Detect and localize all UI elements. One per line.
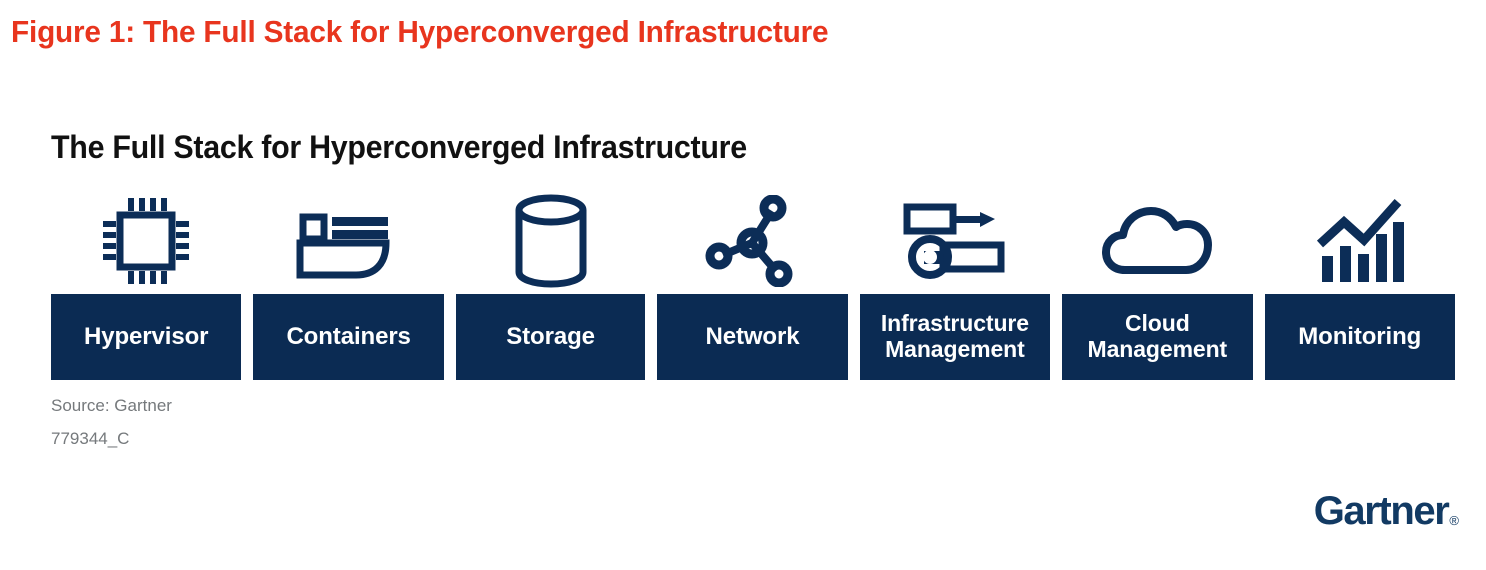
stack-item-monitoring[interactable]: Monitoring xyxy=(1264,190,1455,380)
gartner-logo: Gartner ® xyxy=(1314,491,1459,531)
stack-box[interactable]: Hypervisor xyxy=(51,294,242,380)
graphic-heading: The Full Stack for Hyperconverged Infras… xyxy=(51,129,747,165)
stack-box[interactable]: Infrastructure Management xyxy=(859,294,1051,380)
stack-label: Hypervisor xyxy=(84,322,209,350)
network-nodes-icon xyxy=(705,191,799,291)
stack-item-hypervisor[interactable]: Hypervisor xyxy=(51,190,242,380)
container-ship-icon xyxy=(294,191,404,291)
bar-chart-trend-icon xyxy=(1314,191,1406,291)
stack-item-storage[interactable]: Storage xyxy=(455,190,646,380)
stack-row: Hypervisor Containers Storage Network In… xyxy=(51,190,1455,380)
database-cylinder-icon xyxy=(513,191,589,291)
stack-label: Monitoring xyxy=(1298,322,1422,350)
stack-label: Network xyxy=(705,322,800,350)
stack-item-network[interactable]: Network xyxy=(657,190,848,380)
gartner-wordmark: Gartner xyxy=(1313,489,1450,533)
stack-label: Containers xyxy=(286,322,411,350)
source-text: Source: Gartner xyxy=(51,396,172,415)
stack-box[interactable]: Network xyxy=(657,294,848,380)
stack-box[interactable]: Cloud Management xyxy=(1062,294,1253,380)
stack-label: Infrastructure Management xyxy=(880,310,1029,362)
stack-label: Storage xyxy=(506,322,595,350)
stack-item-cloud-management[interactable]: Cloud Management xyxy=(1062,190,1253,380)
source-id: 779344_C xyxy=(51,429,130,448)
cloud-icon xyxy=(1101,191,1213,291)
stack-item-containers[interactable]: Containers xyxy=(253,190,444,380)
source-block: Source: Gartner 779344_C xyxy=(51,397,172,447)
stack-item-infrastructure-management[interactable]: Infrastructure Management xyxy=(859,190,1051,380)
registered-trademark-icon: ® xyxy=(1449,513,1459,528)
stack-label: Cloud Management xyxy=(1087,310,1228,362)
tools-wrench-icon xyxy=(903,191,1007,291)
stack-box[interactable]: Monitoring xyxy=(1264,294,1455,380)
cpu-chip-icon xyxy=(98,191,194,291)
stack-box[interactable]: Storage xyxy=(455,294,646,380)
figure-graphic: The Full Stack for Hyperconverged Infras… xyxy=(0,0,1486,570)
stack-box[interactable]: Containers xyxy=(253,294,444,380)
